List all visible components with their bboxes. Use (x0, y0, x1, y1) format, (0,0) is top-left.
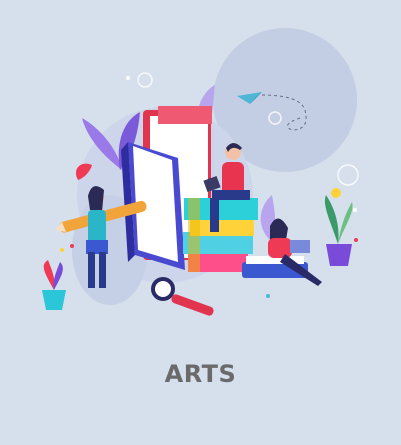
category-card-arts[interactable]: ARTS (0, 0, 401, 445)
books-and-readers-illustration-icon (42, 28, 359, 316)
category-title: ARTS (164, 360, 237, 388)
